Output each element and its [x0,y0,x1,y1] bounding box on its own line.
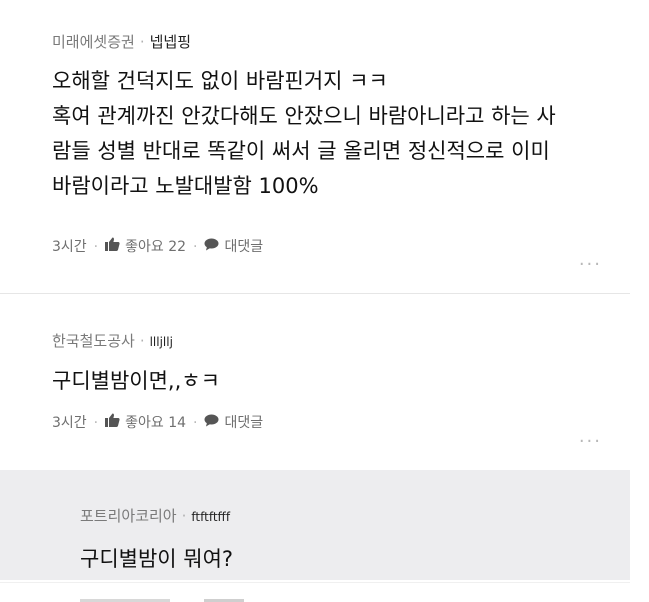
thumbs-up-icon [105,413,120,433]
comment-author-line: 미래에셋증권 · 넵넵핑 [52,32,191,52]
next-comment-cutoff [80,596,245,602]
meta-separator: · [139,332,145,350]
author-nickname[interactable]: ftftftfff [191,510,230,524]
comment-time: 3시간 [52,239,87,255]
reply-comment-item: 포트리아코리아 · ftftftfff 구디별밤이 뭐여? [0,470,630,580]
comment-author-line: 한국철도공사 · llljllj [52,331,173,352]
comment-item: 미래에셋증권 · 넵넵핑 오해할 건덕지도 없이 바람핀거지 ㅋㅋ 혹여 관계까진 … [0,0,630,292]
comment-line: 람들 성별 반대로 똑같이 써서 글 올리면 정신적으로 이미 [52,139,550,163]
comment-line: 혹여 관계까진 안갔다해도 안잤으니 바람아니라고 하는 사 [52,104,556,128]
author-nickname[interactable]: llljllj [150,335,173,349]
thumbs-up-icon [105,237,120,257]
like-button[interactable]: 좋아요 14 [105,413,186,433]
meta-separator: · [181,507,187,525]
comment-item: 한국철도공사 · llljllj 구디별밤이면,,ㅎㅋ 3시간 · 좋아요 14 ·… [0,295,630,470]
speech-bubble-icon [204,413,219,433]
comment-actions: 3시간 · 좋아요 22 · 대댓글 [52,237,263,257]
meta-separator: · [93,239,99,255]
comment-divider [0,582,630,583]
meta-separator: · [139,33,145,51]
like-count-label: 좋아요 22 [125,239,187,255]
comment-body: 오해할 건덕지도 없이 바람핀거지 ㅋㅋ 혹여 관계까진 안갔다해도 안잤으니 … [52,64,556,204]
reply-label: 대댓글 [224,415,264,431]
reply-button[interactable]: 대댓글 [204,413,263,433]
comment-body: 구디별밤이면,,ㅎㅋ [52,364,220,399]
comment-line: 구디별밤이면,,ㅎㅋ [52,369,220,393]
author-nickname[interactable]: 넵넵핑 [150,33,191,51]
comment-actions: 3시간 · 좋아요 14 · 대댓글 [52,413,263,433]
more-options-button[interactable]: ... [579,428,602,446]
meta-separator: · [193,239,198,255]
meta-separator: · [93,415,99,431]
speech-bubble-icon [204,237,219,257]
meta-separator: · [193,415,198,431]
comment-line: 바람이라고 노발대발함 100% [52,174,319,198]
author-company: 미래에셋증권 [52,33,135,51]
comment-time: 3시간 [52,415,87,431]
more-options-button[interactable]: ... [579,251,602,269]
comment-author-line: 포트리아코리아 · ftftftfff [80,506,230,527]
comment-feed: 미래에셋증권 · 넵넵핑 오해할 건덕지도 없이 바람핀거지 ㅋㅋ 혹여 관계까진 … [0,0,649,602]
author-company: 한국철도공사 [52,332,135,350]
reply-button[interactable]: 대댓글 [204,237,263,257]
comment-line: 오해할 건덕지도 없이 바람핀거지 ㅋㅋ [52,69,388,93]
comment-line: 구디별밤이 뭐여? [80,547,234,571]
reply-label: 대댓글 [224,239,264,255]
like-button[interactable]: 좋아요 22 [105,237,186,257]
like-count-label: 좋아요 14 [125,415,187,431]
comment-divider [0,293,630,294]
author-company: 포트리아코리아 [80,507,177,525]
comment-body: 구디별밤이 뭐여? [80,542,233,577]
